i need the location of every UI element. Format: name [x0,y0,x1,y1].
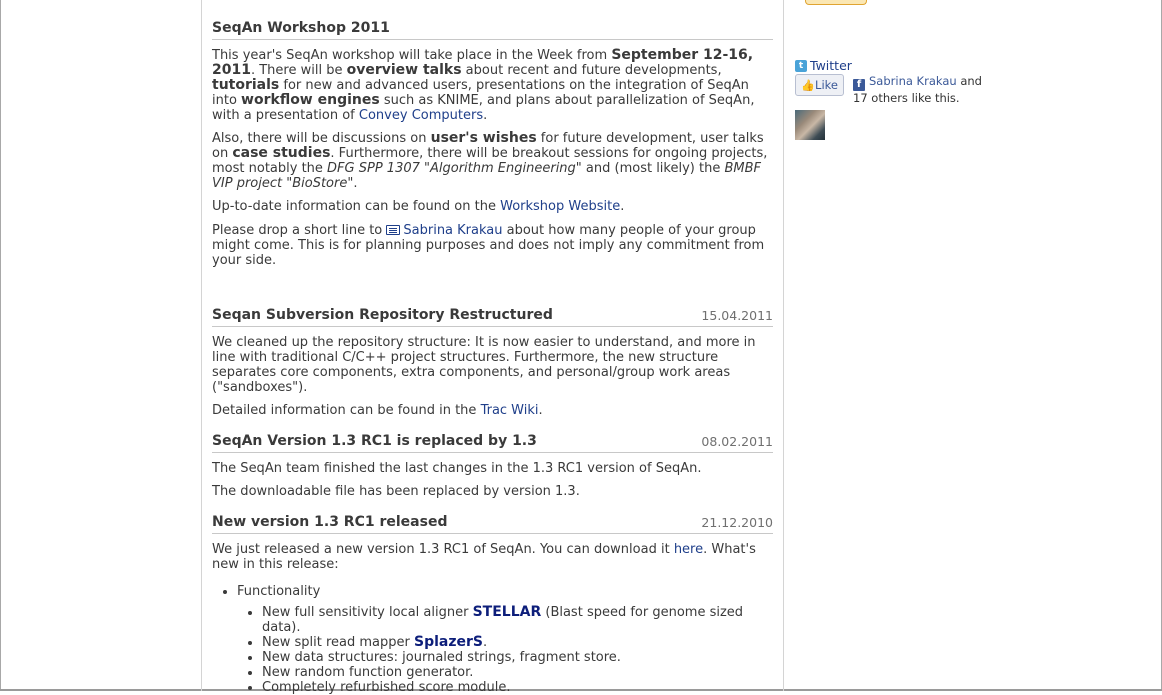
content-column-border-left [201,0,202,691]
twitter-icon: t [795,59,807,72]
news-date: 15.04.2011 [701,308,773,323]
facebook-like-button[interactable]: 👍 Like [795,74,844,96]
text: . [353,176,358,191]
news-title: SeqAn Version 1.3 RC1 is replaced by 1.3 [212,433,537,449]
functionality-list: New full sensitivity local aligner STELL… [237,605,773,695]
contact-sabrina-link[interactable]: Sabrina Krakau [386,223,503,238]
news-paragraph: The downloadable file has been replaced … [212,484,580,499]
text: New random function generator. [262,665,474,680]
news-paragraph: Up-to-date information can be found on t… [212,199,773,214]
text: . [620,199,625,214]
like-label: Like [815,77,838,92]
text: We just released a new version 1.3 RC1 o… [212,542,674,557]
text: New data structures: journaled strings, … [262,650,621,665]
news-paragraph: The SeqAn team finished the last changes… [212,461,702,476]
workshop-website-link[interactable]: Workshop Website [500,199,620,214]
text: and (most likely) the [581,161,725,176]
download-here-link[interactable]: here [674,542,703,557]
text: . [483,108,488,123]
news-paragraph: Please drop a short line to Sabrina Krak… [212,223,773,268]
content-column-border-right [783,0,784,691]
news-header: Seqan Subversion Repository Restructured… [212,308,773,327]
list-item: New data structures: journaled strings, … [262,650,773,665]
news-item-version-1-3: SeqAn Version 1.3 RC1 is replaced by 1.3… [212,434,773,499]
bold-text: user's wishes [430,130,537,146]
list-item: Functionality New full sensitivity local… [237,584,773,695]
news-title: Seqan Subversion Repository Restructured [212,307,553,323]
orange-tab-button[interactable] [805,0,867,5]
text: Completely refurbished score module. [262,680,511,695]
news-item-rc1: New version 1.3 RC1 released 21.12.2010 … [212,515,773,695]
stellar-link[interactable]: STELLAR [473,604,542,620]
splazers-link[interactable]: SplazerS [414,634,483,650]
list-item: New random function generator. [262,665,773,680]
bold-text: tutorials [212,77,280,93]
text: . [538,403,543,418]
list-heading: Functionality [237,584,321,599]
news-date: 08.02.2011 [701,434,773,449]
news-title: SeqAn Workshop 2011 [212,20,390,36]
avatar[interactable] [795,110,825,140]
list-item: New full sensitivity local aligner STELL… [262,604,773,636]
thumbs-up-icon: 👍 [801,78,815,92]
news-paragraph: Also, there will be discussions on user'… [212,130,773,192]
news-title: New version 1.3 RC1 released [212,514,448,530]
window-frame-left [0,0,1,691]
facebook-icon: f [853,79,865,91]
news-date: 21.12.2010 [701,515,773,530]
news-paragraph: Detailed information can be found in the… [212,403,773,418]
text: Also, there will be discussions on [212,131,431,146]
list-item: Completely refurbished score module. [262,680,773,695]
text: and [956,74,982,88]
list-item: New split read mapper SplazerS. [262,634,773,651]
text: Detailed information can be found in the [212,403,481,418]
release-notes-list: Functionality New full sensitivity local… [212,584,773,695]
bold-text: case studies [232,145,331,161]
text: 17 others like this. [853,91,960,105]
news-item-repository: Seqan Subversion Repository Restructured… [212,308,773,418]
news-header: New version 1.3 RC1 released 21.12.2010 [212,515,773,534]
bold-text: overview talks [346,62,462,78]
text: about recent and future developments, [461,63,722,78]
twitter-label: Twitter [810,58,852,73]
text: New full sensitivity local aligner [262,605,473,620]
text: New split read mapper [262,635,414,650]
facebook-like-summary: f Sabrina Krakau and 17 others like this. [853,74,993,105]
text: . [482,635,488,650]
contact-card-icon [386,225,401,235]
facebook-friend-link[interactable]: Sabrina Krakau [869,74,957,88]
text: Up-to-date information can be found on t… [212,199,501,214]
text: Please drop a short line to [212,223,387,238]
text: This year's SeqAn workshop will take pla… [212,48,612,63]
news-item-workshop: SeqAn Workshop 2011 This year's SeqAn wo… [212,21,773,268]
news-paragraph: We just released a new version 1.3 RC1 o… [212,542,773,572]
news-paragraph: We cleaned up the repository structure: … [212,335,756,395]
contact-name: Sabrina Krakau [403,223,503,238]
news-header: SeqAn Version 1.3 RC1 is replaced by 1.3… [212,434,773,453]
news-paragraph: This year's SeqAn workshop will take pla… [212,48,773,124]
bold-text: workflow engines [241,92,380,108]
italic-text: DFG SPP 1307 "Algorithm Engineering" [327,161,582,176]
news-header: SeqAn Workshop 2011 [212,21,773,40]
trac-wiki-link[interactable]: Trac Wiki [481,403,539,418]
convey-computers-link[interactable]: Convey Computers [359,108,483,123]
text: . There will be [250,63,347,78]
twitter-link[interactable]: t Twitter [795,58,852,73]
